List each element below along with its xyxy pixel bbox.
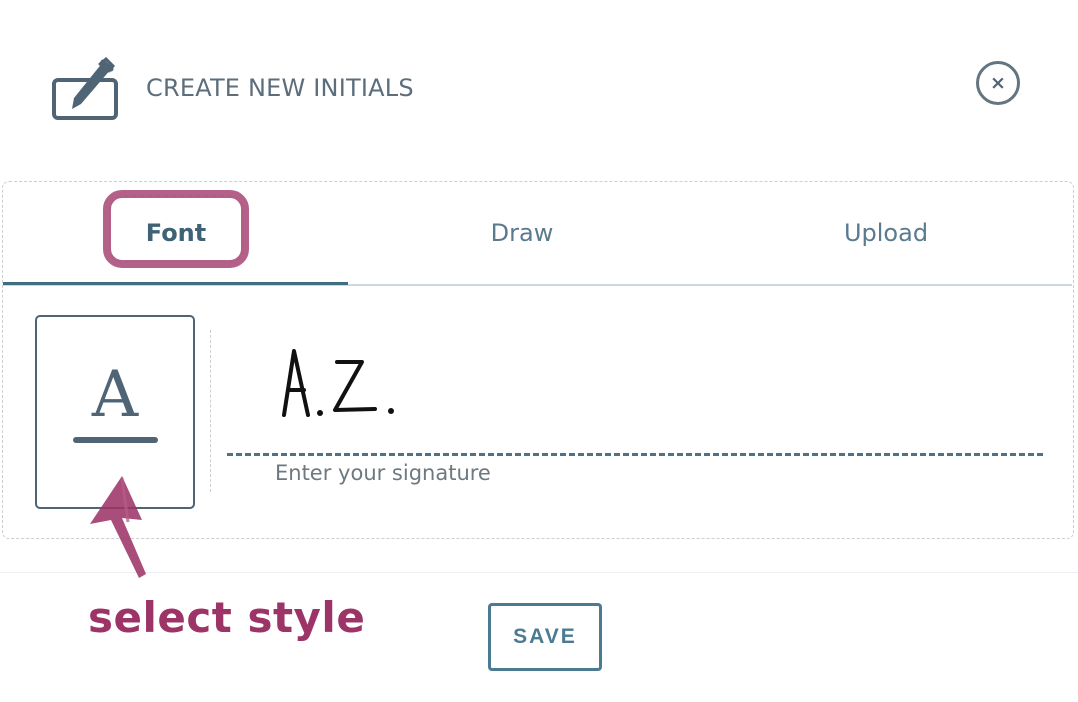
annotation-text: select style <box>88 593 366 642</box>
signature-baseline <box>227 453 1043 456</box>
active-tab-indicator <box>3 282 348 285</box>
signature-panel: Font Draw Upload A Enter your signature <box>2 181 1074 539</box>
signature-input[interactable] <box>227 327 1043 456</box>
vertical-divider <box>210 330 211 492</box>
signature-tabs: Font Draw Upload <box>3 182 1072 286</box>
font-style-underline-icon <box>73 437 158 443</box>
font-style-button[interactable]: A <box>35 315 195 509</box>
signature-placeholder: Enter your signature <box>275 461 491 485</box>
tab-draw[interactable]: Draw <box>451 216 593 250</box>
tab-upload[interactable]: Upload <box>815 216 957 250</box>
save-button[interactable]: SAVE <box>488 603 602 671</box>
signature-pen-icon <box>52 56 118 120</box>
font-style-letter: A <box>91 358 139 432</box>
close-icon: × <box>990 71 1006 94</box>
footer-divider <box>0 572 1078 573</box>
tab-font[interactable]: Font <box>103 216 249 250</box>
signature-preview <box>282 349 394 417</box>
dialog-title: CREATE NEW INITIALS <box>146 74 414 102</box>
close-button[interactable]: × <box>976 61 1020 105</box>
